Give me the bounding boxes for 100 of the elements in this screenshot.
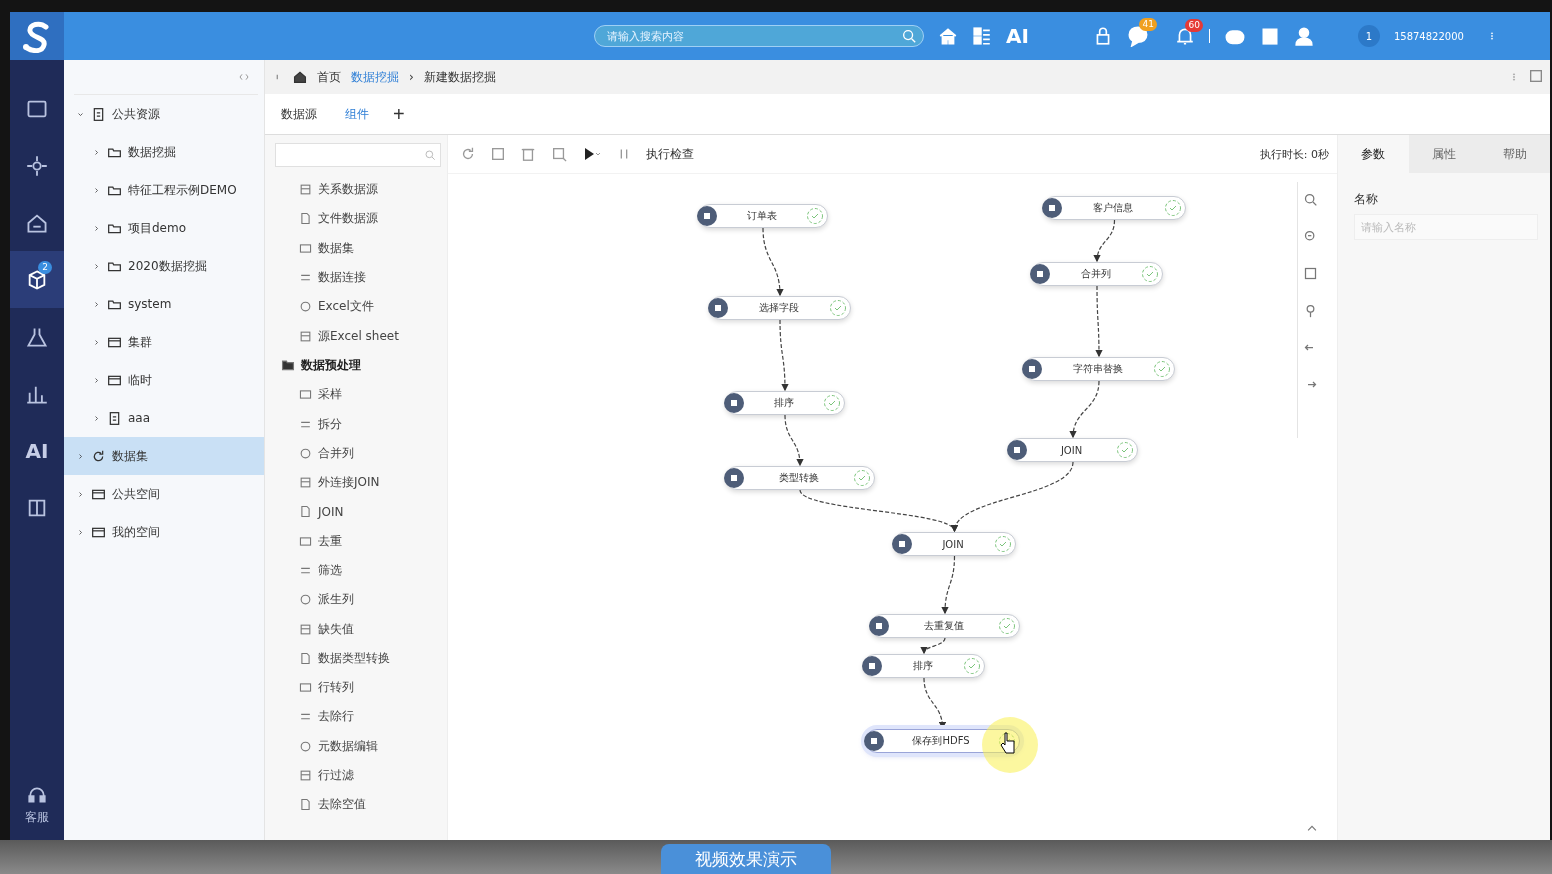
- breadcrumb-item[interactable]: 首页: [317, 68, 341, 86]
- breadcrumb-link[interactable]: 数据挖掘: [351, 68, 399, 86]
- flow-node[interactable]: 排序: [863, 654, 985, 678]
- component-item[interactable]: 数据连接: [265, 262, 447, 293]
- flow-node[interactable]: 订单表: [698, 204, 828, 228]
- flask-icon[interactable]: [26, 325, 48, 348]
- flow-node[interactable]: 排序: [725, 391, 845, 415]
- tab[interactable]: 组件: [333, 94, 381, 134]
- fit-icon[interactable]: [1303, 266, 1318, 281]
- node-label: 选择字段: [757, 301, 800, 315]
- document-icon: [107, 410, 122, 426]
- search-input[interactable]: 请输入搜索内容: [605, 29, 901, 43]
- success-status-icon: [1116, 441, 1134, 459]
- component-icon: [299, 476, 312, 490]
- bell-icon[interactable]: [1174, 26, 1195, 46]
- grid-icon[interactable]: [972, 26, 992, 46]
- tree-item[interactable]: aaa: [64, 399, 264, 437]
- tree-item[interactable]: 2020数据挖掘: [64, 247, 264, 285]
- node-label: 客户信息: [1092, 201, 1134, 215]
- save-icon[interactable]: [490, 146, 506, 162]
- component-item[interactable]: 缺失值: [265, 614, 447, 644]
- flow-node[interactable]: 客户信息: [1043, 196, 1186, 220]
- headset-icon[interactable]: [27, 785, 47, 805]
- run-check-button[interactable]: 执行检查: [646, 145, 694, 163]
- flow-node[interactable]: JOIN: [1008, 438, 1138, 462]
- component-item[interactable]: 数据集: [265, 233, 447, 263]
- search-icon: [424, 149, 436, 161]
- tab[interactable]: 数据源: [269, 94, 329, 134]
- component-item[interactable]: 去除行: [265, 702, 447, 732]
- flow-node[interactable]: 选择字段: [709, 296, 851, 320]
- cursor-highlight: [982, 717, 1038, 773]
- tree-item[interactable]: 公共资源: [64, 95, 264, 133]
- maximize-icon[interactable]: [1528, 68, 1544, 84]
- component-item[interactable]: 拆分: [265, 409, 447, 439]
- user-icon[interactable]: [1293, 26, 1314, 46]
- component-item[interactable]: 数据类型转换: [265, 643, 447, 674]
- component-item[interactable]: 外连接JOIN: [265, 467, 447, 498]
- success-status-icon: [994, 535, 1012, 553]
- delete-icon[interactable]: [520, 146, 536, 162]
- flow-node[interactable]: 去重复值: [870, 614, 1020, 638]
- field-label: 名称: [1354, 191, 1379, 208]
- search-field[interactable]: 请输入搜索内容: [594, 25, 924, 47]
- success-status-icon: [823, 394, 841, 412]
- component-item[interactable]: 派生列: [265, 585, 447, 615]
- collapsed-caret-icon: [92, 261, 101, 271]
- component-item[interactable]: 去除空值: [265, 790, 447, 820]
- component-item[interactable]: 采样: [265, 380, 447, 410]
- connector-arrow: [941, 555, 956, 615]
- tree-item[interactable]: 数据挖掘: [64, 133, 264, 171]
- tree-item[interactable]: 临时: [64, 361, 264, 399]
- avatar[interactable]: 1: [1357, 25, 1380, 47]
- flow-node[interactable]: 合并列: [1031, 262, 1163, 286]
- component-item[interactable]: Excel文件: [265, 292, 447, 322]
- gear-icon[interactable]: [26, 154, 48, 177]
- tree-item[interactable]: 项目demo: [64, 209, 264, 247]
- component-item[interactable]: JOIN: [265, 497, 447, 527]
- component-item[interactable]: 行过滤: [265, 760, 447, 791]
- tree-item[interactable]: 我的空间: [64, 513, 264, 551]
- node-type-icon: [864, 731, 884, 751]
- hand-cursor-icon: [1000, 731, 1016, 755]
- success-status-icon: [829, 299, 847, 317]
- export-icon[interactable]: [550, 146, 568, 162]
- component-item[interactable]: 合并列: [265, 438, 447, 468]
- notification-badge: 60: [1185, 19, 1203, 32]
- node-type-icon: [1030, 264, 1050, 284]
- node-type-icon: [697, 206, 717, 226]
- component-item[interactable]: 关系数据源: [265, 175, 447, 205]
- collapse-icon[interactable]: [238, 71, 250, 83]
- component-item[interactable]: 行转列: [265, 673, 447, 703]
- ai-nav-item[interactable]: AI: [25, 422, 49, 479]
- tree-item[interactable]: system: [64, 285, 264, 323]
- component-item[interactable]: 去重: [265, 526, 447, 556]
- component-icon: [299, 388, 312, 402]
- node-type-icon: [869, 616, 889, 636]
- component-item[interactable]: 文件数据源: [265, 204, 447, 234]
- chat-icon[interactable]: [1126, 25, 1149, 47]
- tree-item[interactable]: 特征工程示例DEMO: [64, 171, 264, 209]
- sidebar-label[interactable]: 客服: [25, 809, 49, 826]
- breadcrumb-item: 新建数据挖掘: [423, 68, 496, 86]
- flow-node[interactable]: 字符串替换: [1023, 357, 1175, 381]
- run-icon[interactable]: [582, 146, 602, 162]
- zoom-in-icon[interactable]: [1303, 192, 1318, 207]
- refresh-icon: [91, 448, 106, 464]
- tree-item[interactable]: 公共空间: [64, 475, 264, 513]
- flow-node[interactable]: JOIN: [893, 532, 1016, 556]
- connector-arrow: [1093, 219, 1116, 263]
- tree-item[interactable]: 集群: [64, 323, 264, 361]
- cube-icon[interactable]: [26, 268, 48, 291]
- add-tab-button[interactable]: +: [385, 102, 413, 126]
- component-item[interactable]: 元数据编辑: [265, 731, 447, 761]
- home-icon[interactable]: [938, 26, 958, 46]
- component-item[interactable]: 源Excel sheet: [265, 321, 447, 351]
- panel-tab[interactable]: 参数: [1338, 135, 1409, 173]
- search-field[interactable]: [275, 143, 441, 167]
- flow-node[interactable]: 类型转换: [725, 466, 875, 490]
- component-group[interactable]: 数据预处理: [265, 350, 447, 381]
- refresh-icon[interactable]: [460, 146, 476, 162]
- component-item[interactable]: 筛选: [265, 555, 447, 586]
- tree-item[interactable]: 数据集: [64, 437, 264, 475]
- component-icon: [299, 329, 312, 343]
